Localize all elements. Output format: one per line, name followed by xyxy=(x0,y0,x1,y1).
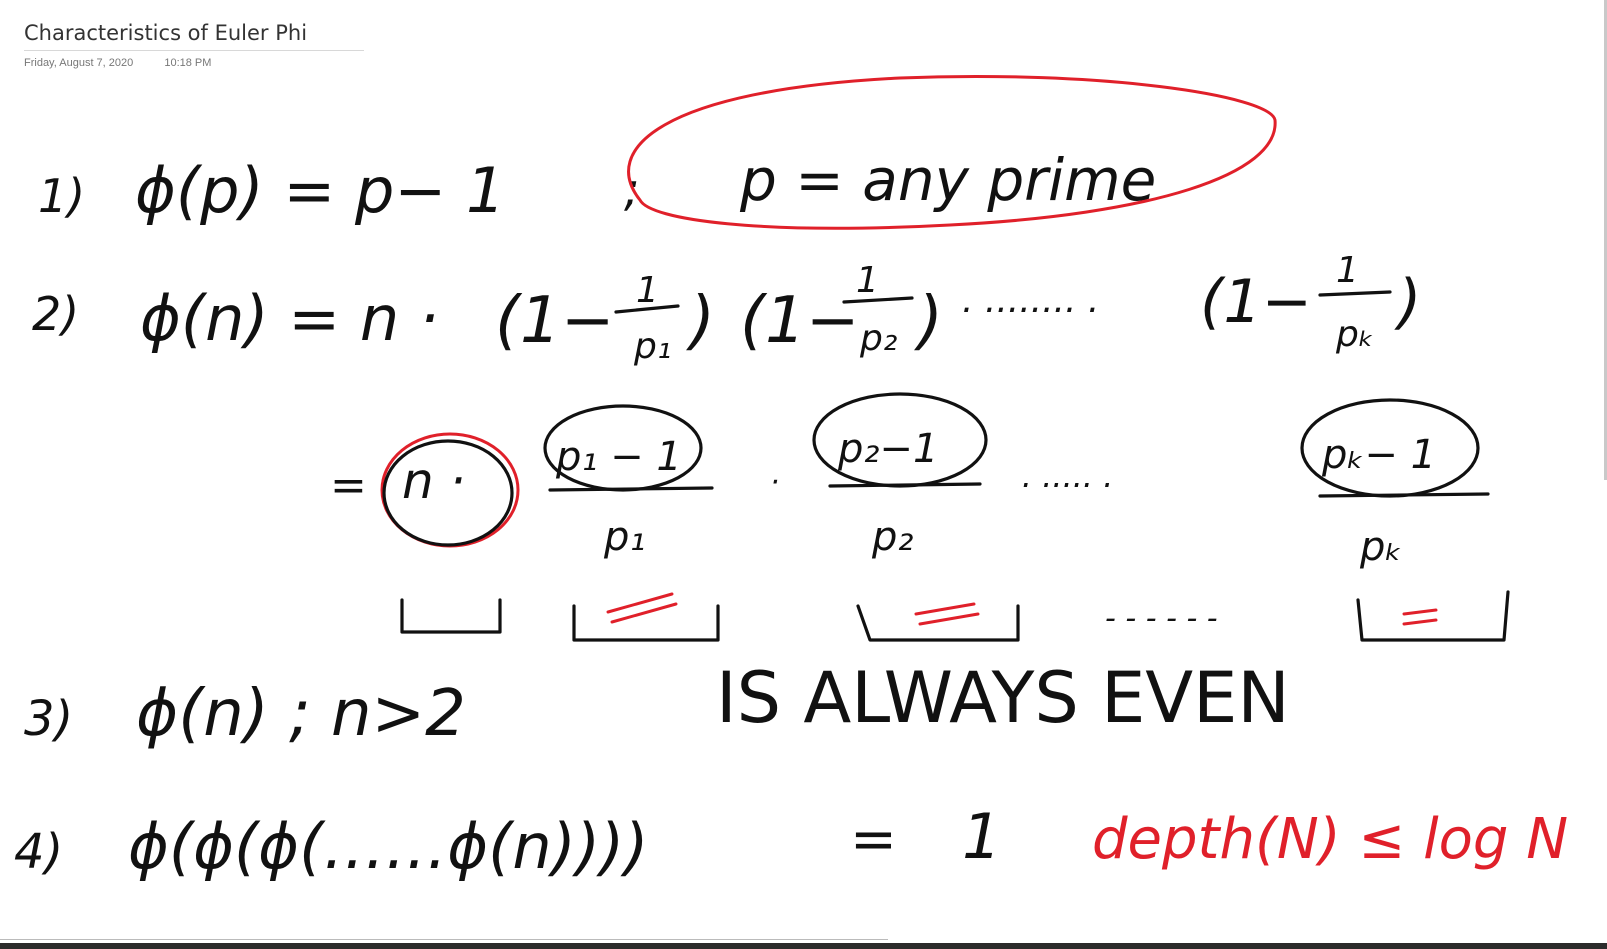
red-mark-term2-a xyxy=(914,602,976,616)
line2-factor2-one: 1 xyxy=(856,260,879,301)
line4-note: depth(N) ≤ log N xyxy=(1092,807,1568,872)
termk-numerator: pₖ− 1 xyxy=(1321,432,1436,478)
bracket-dashes: - - - - - - xyxy=(1105,601,1218,636)
term1-numerator: p₁ − 1 xyxy=(555,434,682,480)
line3-note: IS ALWAYS EVEN xyxy=(716,657,1290,739)
line2-factor2-close: ) xyxy=(914,284,943,358)
term2-numerator: p₂−1 xyxy=(837,426,938,472)
line2-factor1-open: (1− xyxy=(495,284,614,358)
line2b-dots: · ····· · xyxy=(1020,466,1112,504)
line2-factork-close: ) xyxy=(1394,267,1421,337)
line1-number: 1) xyxy=(38,169,85,223)
taskbar-strip xyxy=(0,943,1607,949)
line1-formula: ϕ(p) = p− 1 xyxy=(135,154,505,227)
line2-factork-one: 1 xyxy=(1336,250,1359,291)
line4-number: 4) xyxy=(14,824,63,880)
term1-denominator: p₁ xyxy=(603,514,645,560)
line2-factor2-open: (1− xyxy=(740,284,859,358)
line2-lhs: ϕ(n) = n · xyxy=(140,282,439,355)
line2b-n: n · xyxy=(402,452,465,510)
term2-bar xyxy=(828,482,982,488)
termk-denominator: pₖ xyxy=(1359,524,1402,570)
red-mark-termk-b xyxy=(1402,618,1438,626)
term1-bar xyxy=(548,486,714,492)
term-separator-1: · xyxy=(770,465,780,500)
line3-number: 3) xyxy=(24,691,73,747)
ink-canvas[interactable]: 1) ϕ(p) = p− 1 ; p = any prime 2) ϕ(n) =… xyxy=(0,0,1607,949)
line2-factor2-den: p₂ xyxy=(859,318,897,359)
line4-one: 1 xyxy=(962,800,1001,873)
line2-dots: · ········ · xyxy=(960,290,1097,331)
line2-factork-den: pₖ xyxy=(1335,314,1374,355)
fraction-bar-k xyxy=(1318,290,1392,297)
term2-denominator: p₂ xyxy=(871,514,913,560)
red-mark-termk-a xyxy=(1402,608,1438,616)
red-mark-term2-b xyxy=(918,612,980,626)
line3-expr: ϕ(n) ; n>2 xyxy=(136,677,466,751)
line4-expr: ϕ(ϕ(ϕ(……ϕ(n)))) xyxy=(128,810,648,883)
line2-number: 2) xyxy=(32,287,79,341)
line1-note: p = any prime xyxy=(739,146,1156,214)
line4-equals: = xyxy=(850,807,897,872)
termk-bar xyxy=(1318,492,1490,498)
line2-factor1-den: p₁ xyxy=(633,326,671,367)
bracket-n xyxy=(400,598,502,634)
page-bottom-divider xyxy=(0,939,888,940)
line2-factor1-one: 1 xyxy=(636,270,659,311)
line2-factor1-close: ) xyxy=(686,284,715,358)
line2-factork-open: (1− xyxy=(1200,267,1312,337)
bracket-termk xyxy=(1356,590,1510,642)
line2b-equals: = xyxy=(330,460,367,511)
